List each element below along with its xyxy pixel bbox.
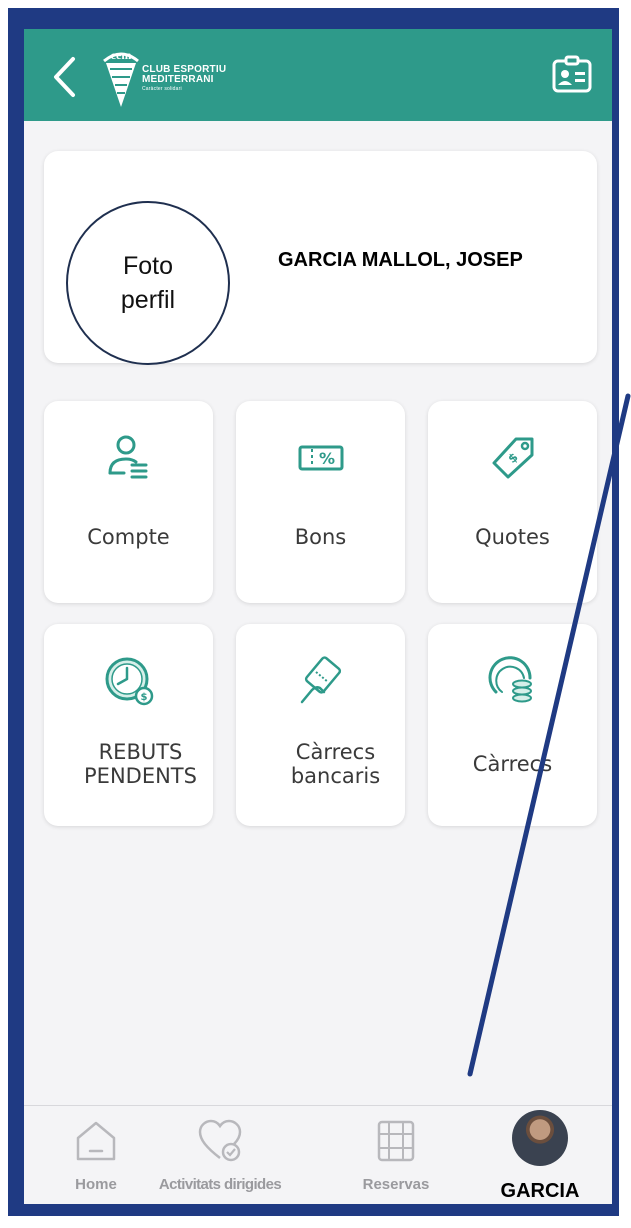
tile-carrecs-bancaris[interactable]: Càrrecs bancaris (236, 624, 405, 826)
tile-rebuts-pendents[interactable]: $ REBUTS PENDENTS (44, 624, 213, 826)
nav-label: GARCIA (500, 1180, 580, 1202)
clock-money-icon: $ (105, 657, 153, 706)
app-screen: cem CLUB ESPORTIU MEDITERRANI Caràcter s… (20, 25, 616, 1208)
voucher-percent-icon: % (298, 445, 343, 471)
nav-activitats-dirigides[interactable]: Activitats dirigides (150, 1114, 290, 1200)
profile-photo[interactable]: Foto perfil (66, 201, 230, 365)
tile-label: Càrrecs (472, 752, 553, 776)
nav-reservas[interactable]: Reservas (326, 1114, 466, 1200)
svg-text:$: $ (140, 692, 147, 703)
coins-icon (488, 656, 532, 703)
nav-user-profile[interactable]: GARCIA (470, 1110, 610, 1202)
top-bar: cem CLUB ESPORTIU MEDITERRANI Caràcter s… (24, 29, 612, 121)
tile-compte[interactable]: Compte (44, 401, 213, 603)
svg-text:%: % (318, 449, 334, 468)
nav-label: Activitats dirigides (158, 1176, 282, 1193)
logo-tagline: Caràcter solidari (142, 86, 182, 92)
card-hand-icon (300, 656, 341, 704)
logo-line-2: MEDITERRANI (142, 74, 214, 85)
svg-text:$: $ (505, 450, 520, 466)
club-logo: cem CLUB ESPORTIU MEDITERRANI Caràcter s… (100, 45, 250, 109)
profile-card: Foto perfil GARCIA MALLOL, JOSEP (44, 151, 597, 365)
tile-label: Quotes (475, 525, 550, 549)
tile-label: Càrrecs bancaris (290, 740, 381, 788)
home-icon (76, 1121, 116, 1161)
logo-mark: cem (111, 48, 132, 62)
back-button[interactable] (46, 55, 82, 99)
avatar (512, 1110, 568, 1166)
id-card-button[interactable] (552, 55, 592, 95)
tile-bons[interactable]: % Bons (236, 401, 405, 603)
tile-carrecs[interactable]: Càrrecs (428, 624, 597, 826)
price-tag-icon: $ (492, 437, 533, 479)
tile-quotes[interactable]: $ Quotes (428, 401, 597, 603)
logo-wordmark: CLUB ESPORTIU MEDITERRANI Caràcter solid… (142, 65, 226, 93)
nav-home[interactable]: Home (26, 1114, 166, 1200)
nav-label: Reservas (362, 1176, 430, 1193)
tile-label: Bons (294, 525, 347, 549)
photo-placeholder-text: Foto perfil (120, 252, 176, 314)
bottom-nav: Home Activitats dirigides Reservas GARCI… (24, 1105, 612, 1204)
calendar-grid-icon (377, 1120, 415, 1162)
club-crest-icon: cem (103, 48, 139, 107)
heart-check-icon (198, 1119, 242, 1162)
profile-name: GARCIA MALLOL, JOSEP (278, 249, 523, 271)
chevron-left-icon (54, 57, 75, 97)
tile-label: REBUTS PENDENTS (84, 740, 197, 788)
tile-label: Compte (87, 525, 170, 549)
id-card-icon (552, 55, 592, 93)
nav-label: Home (75, 1176, 117, 1193)
user-list-icon (108, 435, 147, 479)
